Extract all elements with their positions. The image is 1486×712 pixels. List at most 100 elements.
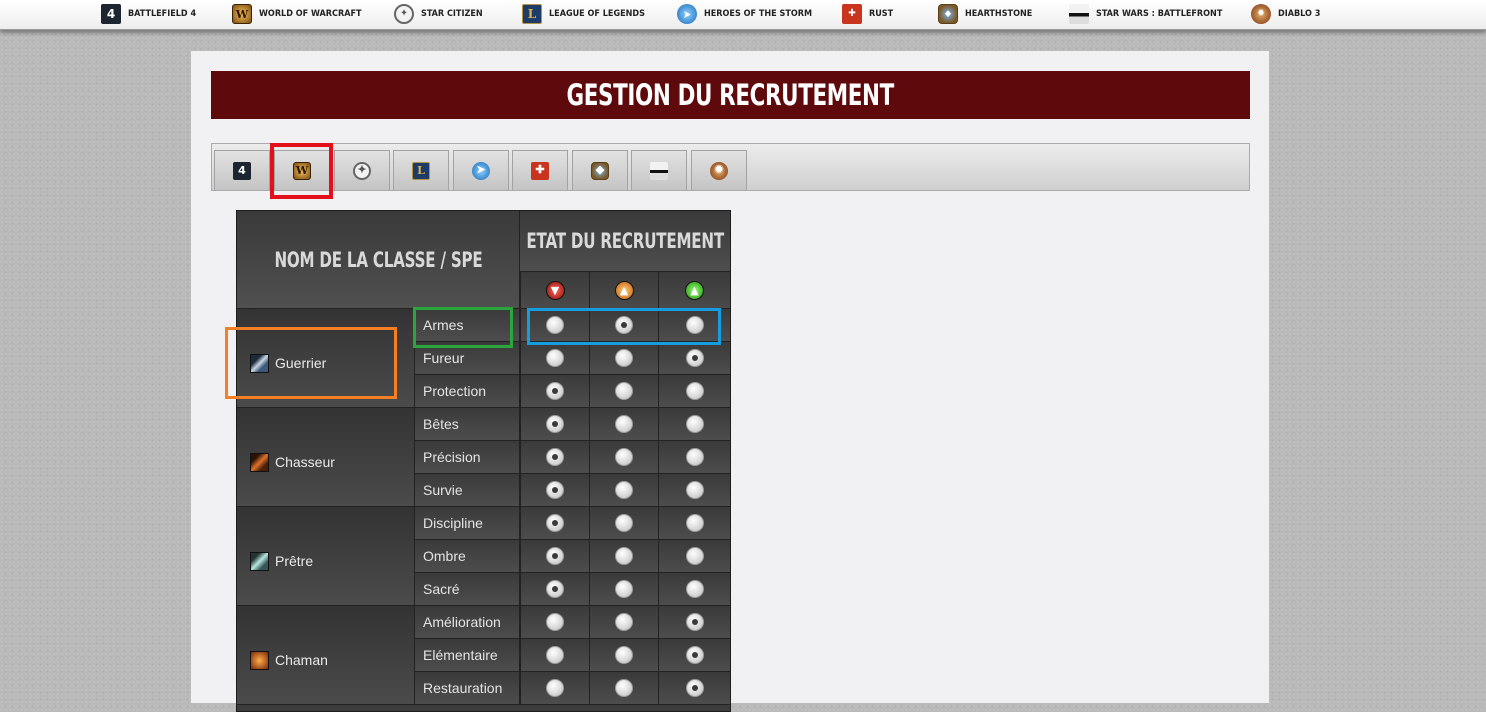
status-open-radio[interactable] — [685, 547, 704, 565]
radio-cell — [658, 540, 730, 573]
radio-cell — [520, 309, 589, 342]
status-medium-radio[interactable] — [615, 415, 633, 433]
nav-item-star-wars-battlefront[interactable]: STAR WARS : BATTLEFRONT — [1069, 3, 1222, 25]
radio-cell — [658, 573, 730, 606]
radio-cell — [520, 342, 589, 375]
diablo-3-icon: ✹ — [1251, 4, 1271, 24]
spec-name: Amélioration — [415, 606, 520, 639]
radio-cell — [520, 639, 589, 672]
tab-diablo-3[interactable]: ✹ — [691, 150, 747, 190]
status-closed-radio[interactable] — [546, 415, 564, 433]
status-open-radio[interactable] — [685, 646, 704, 664]
status-closed-radio[interactable] — [546, 580, 564, 598]
status-medium-radio[interactable] — [615, 646, 633, 664]
tab-hearthstone[interactable]: ◆ — [572, 150, 628, 190]
pretre-icon — [250, 551, 269, 571]
recruitment-medium-icon: ▲ — [614, 280, 634, 300]
tab-heroes-of-the-storm[interactable]: ➤ — [453, 150, 509, 190]
nav-item-star-citizen[interactable]: ✦ STAR CITIZEN — [394, 3, 483, 25]
status-open-radio[interactable] — [685, 481, 704, 499]
world-of-warcraft-icon: W — [232, 4, 252, 24]
spec-name: Sacré — [415, 573, 520, 606]
spec-name: Ombre — [415, 540, 520, 573]
status-medium-radio[interactable] — [615, 514, 633, 532]
nav-item-hearthstone[interactable]: ◆ HEARTHSTONE — [938, 3, 1032, 25]
radio-cell — [520, 375, 589, 408]
status-closed-radio[interactable] — [546, 646, 564, 664]
status-closed-radio[interactable] — [546, 481, 564, 499]
status-medium-radio[interactable] — [615, 679, 633, 697]
radio-cell — [658, 408, 730, 441]
status-column-closed: ▼ — [520, 272, 589, 309]
guerrier-icon — [250, 353, 269, 373]
tab-league-of-legends[interactable]: L — [393, 150, 449, 190]
status-open-radio[interactable] — [685, 514, 704, 532]
radio-cell — [589, 309, 658, 342]
page-title-bar: GESTION DU RECRUTEMENT — [211, 71, 1250, 119]
status-open-radio[interactable] — [685, 349, 704, 367]
recruitment-open-icon: ▲ — [685, 280, 704, 300]
status-closed-radio[interactable] — [546, 679, 564, 697]
spec-name: Bêtes — [415, 408, 520, 441]
status-closed-radio[interactable] — [546, 316, 564, 334]
radio-cell — [589, 639, 658, 672]
battlefield-4-icon: 4 — [101, 4, 121, 24]
status-open-radio[interactable] — [685, 613, 704, 631]
radio-cell — [589, 672, 658, 705]
class-spec-header-label: NOM DE LA CLASSE / SPE — [273, 247, 483, 272]
status-closed-radio[interactable] — [546, 613, 564, 631]
radio-cell — [589, 573, 658, 606]
status-medium-radio[interactable] — [615, 316, 633, 334]
status-open-radio[interactable] — [685, 580, 704, 598]
radio-cell — [589, 342, 658, 375]
recruitment-closed-icon: ▼ — [545, 280, 565, 300]
spec-name: Armes — [415, 309, 520, 342]
status-open-radio[interactable] — [685, 448, 704, 466]
nav-item-diablo-3[interactable]: ✹ DIABLO 3 — [1251, 3, 1320, 25]
status-medium-radio[interactable] — [615, 580, 633, 598]
radio-cell — [658, 441, 730, 474]
radio-cell — [589, 375, 658, 408]
status-open-radio[interactable] — [685, 316, 704, 334]
status-closed-radio[interactable] — [546, 349, 564, 367]
nav-item-world-of-warcraft[interactable]: W WORLD OF WARCRAFT — [232, 3, 362, 25]
nav-item-battlefield-4[interactable]: 4 BATTLEFIELD 4 — [101, 3, 196, 25]
nav-item-label: HEROES OF THE STORM — [704, 9, 813, 19]
tab-star-wars-battlefront[interactable] — [631, 150, 687, 190]
main-panel: GESTION DU RECRUTEMENT 4 W ✦ L ➤ ✚ ◆ ✹ N… — [191, 51, 1269, 712]
spec-name: Restauration — [415, 672, 520, 705]
status-medium-radio[interactable] — [615, 547, 633, 565]
nav-item-league-of-legends[interactable]: L LEAGUE OF LEGENDS — [522, 3, 645, 25]
tab-battlefield-4[interactable]: 4 — [214, 150, 270, 190]
status-medium-radio[interactable] — [615, 448, 633, 466]
status-medium-radio[interactable] — [615, 349, 633, 367]
status-medium-radio[interactable] — [615, 613, 633, 631]
nav-item-heroes-of-the-storm[interactable]: ➤ HEROES OF THE STORM — [677, 3, 812, 25]
radio-cell — [520, 474, 589, 507]
status-open-radio[interactable] — [685, 382, 704, 400]
radio-cell — [658, 309, 730, 342]
status-medium-radio[interactable] — [615, 382, 633, 400]
radio-cell — [658, 639, 730, 672]
league-of-legends-icon: L — [412, 161, 430, 180]
status-closed-radio[interactable] — [546, 448, 564, 466]
status-column-open: ▲ — [658, 272, 730, 309]
star-wars-battlefront-icon — [650, 161, 668, 180]
status-closed-radio[interactable] — [546, 547, 564, 565]
radio-cell — [658, 375, 730, 408]
status-closed-radio[interactable] — [546, 514, 564, 532]
nav-item-rust[interactable]: ✚ RUST — [842, 3, 893, 25]
tab-rust[interactable]: ✚ — [512, 150, 568, 190]
class-cell: Guerrier — [237, 309, 415, 408]
status-open-radio[interactable] — [685, 415, 704, 433]
nav-item-label: STAR CITIZEN — [421, 9, 483, 19]
status-open-radio[interactable] — [685, 679, 704, 697]
radio-cell — [520, 540, 589, 573]
status-medium-radio[interactable] — [615, 481, 633, 499]
radio-cell — [658, 672, 730, 705]
status-closed-radio[interactable] — [546, 382, 564, 400]
tab-star-citizen[interactable]: ✦ — [334, 150, 390, 190]
nav-item-label: LEAGUE OF LEGENDS — [549, 9, 645, 19]
radio-cell — [589, 507, 658, 540]
recruitment-state-header: ETAT DU RECRUTEMENT — [520, 211, 730, 272]
